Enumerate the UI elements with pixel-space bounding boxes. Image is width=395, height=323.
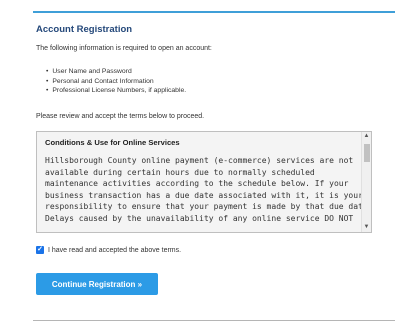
terms-scroll-box[interactable]: Conditions & Use for Online Services Hil… bbox=[36, 131, 372, 233]
terms-line: responsibility to ensure that your payme… bbox=[45, 202, 372, 212]
requirement-item: Personal and Contact Information bbox=[46, 77, 186, 87]
top-divider bbox=[33, 11, 395, 13]
continue-registration-button[interactable]: Continue Registration » bbox=[36, 273, 158, 295]
terms-line: business transaction has a due date asso… bbox=[45, 190, 363, 200]
scroll-down-arrow-icon[interactable]: ▼ bbox=[362, 223, 371, 232]
requirements-list: User Name and Password Personal and Cont… bbox=[46, 67, 186, 96]
section-heading: Account Registration bbox=[36, 24, 133, 35]
terms-line: available during certain hours due to no… bbox=[45, 167, 315, 177]
terms-scrollbar[interactable]: ▲ ▼ bbox=[361, 132, 371, 232]
requirement-item: Professional License Numbers, if applica… bbox=[46, 86, 186, 96]
agreement-row[interactable]: ✓ I have read and accepted the above ter… bbox=[36, 246, 181, 254]
accept-terms-label[interactable]: I have read and accepted the above terms… bbox=[48, 247, 181, 254]
terms-body: Hillsborough County online payment (e-co… bbox=[45, 155, 371, 225]
accept-terms-checkbox[interactable]: ✓ bbox=[36, 246, 44, 254]
review-instructions: Please review and accept the terms below… bbox=[36, 113, 205, 120]
terms-line: maintenance activities according to the … bbox=[45, 179, 349, 189]
checkmark-icon: ✓ bbox=[37, 246, 43, 253]
requirement-item: User Name and Password bbox=[46, 67, 186, 77]
terms-line: Hillsborough County online payment (e-co… bbox=[45, 156, 354, 165]
terms-content: Conditions & Use for Online Services Hil… bbox=[45, 138, 371, 225]
bottom-divider bbox=[33, 320, 395, 321]
terms-title: Conditions & Use for Online Services bbox=[45, 138, 180, 147]
terms-line: Delays caused by the unavailability of a… bbox=[45, 213, 354, 223]
scroll-up-arrow-icon[interactable]: ▲ bbox=[362, 132, 371, 141]
intro-text: The following information is required to… bbox=[36, 45, 212, 52]
scrollbar-thumb[interactable] bbox=[364, 144, 370, 162]
